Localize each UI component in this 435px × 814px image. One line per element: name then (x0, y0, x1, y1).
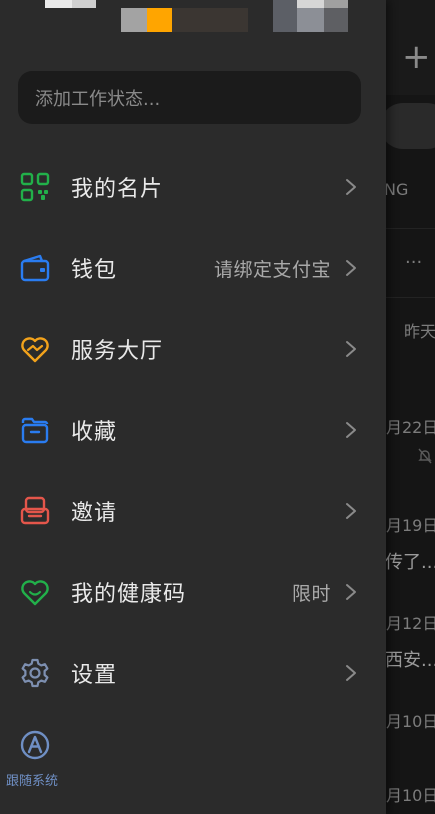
heart-smile-icon (21, 580, 49, 606)
chat-time: 月22日 (386, 418, 435, 437)
divider (385, 297, 435, 298)
menu-item-business-card[interactable]: 我的名片 (0, 147, 386, 227)
chat-snippet: 传了... (385, 552, 435, 573)
gear-icon (21, 658, 49, 688)
folder-icon (21, 417, 49, 444)
menu-label: 收藏 (71, 420, 118, 445)
menu-label: 我的名片 (71, 177, 164, 202)
chevron-right-icon (346, 665, 356, 681)
add-icon[interactable]: + (402, 40, 431, 74)
chevron-right-icon (346, 260, 356, 276)
menu-value: 限时 (291, 582, 331, 605)
heart-handshake-icon (21, 337, 49, 363)
user-name-blur (147, 8, 172, 32)
chevron-right-icon (346, 179, 356, 195)
background-tab-fragment: NG (384, 180, 409, 199)
wallet-icon (20, 254, 50, 282)
qr-thumbnail (297, 0, 324, 8)
menu-item-favorites[interactable]: 收藏 (0, 390, 386, 470)
menu-item-health-code[interactable]: 我的健康码 限时 (0, 552, 386, 632)
chevron-right-icon (346, 422, 356, 438)
auto-theme-icon (20, 730, 50, 760)
chevron-right-icon (346, 341, 356, 357)
side-drawer: 添加工作状态... 我的名片 钱包 请绑定支付宝 服务大厅 收藏 邀请 我的健康… (0, 0, 386, 814)
menu-item-invite[interactable]: 邀请 (0, 471, 386, 551)
chat-time: 昨天 (404, 322, 435, 341)
qr-thumbnail (324, 0, 348, 8)
profile-header[interactable] (0, 0, 386, 60)
chat-time: 月10日 (386, 712, 435, 731)
chevron-right-icon (346, 584, 356, 600)
background-search-bar[interactable] (380, 103, 435, 149)
chevron-right-icon (346, 503, 356, 519)
work-status-placeholder: 添加工作状态... (35, 88, 161, 110)
menu-item-settings[interactable]: 设置 (0, 633, 386, 713)
chat-time: 月10日 (386, 786, 435, 805)
chat-snippet: 西安... (385, 650, 435, 671)
menu-label: 我的健康码 (71, 582, 187, 607)
menu-label: 设置 (71, 663, 118, 688)
menu-item-service-hall[interactable]: 服务大厅 (0, 309, 386, 389)
mute-bell-icon (418, 448, 432, 464)
chat-time: 月12日 (386, 614, 435, 633)
menu-value: 请绑定支付宝 (213, 258, 331, 281)
avatar (45, 0, 72, 8)
qr-thumbnail (297, 8, 324, 32)
qr-thumbnail (273, 0, 297, 32)
qr-thumbnail (324, 8, 348, 32)
divider (385, 228, 435, 229)
user-name-blur (172, 8, 248, 32)
menu-label: 钱包 (71, 258, 118, 283)
avatar (72, 0, 96, 8)
menu-label: 服务大厅 (71, 339, 164, 364)
theme-label: 跟随系统 (6, 774, 59, 789)
qr-code-icon (20, 172, 50, 202)
invite-icon (20, 496, 50, 525)
menu-label: 邀请 (71, 501, 118, 526)
work-status-input[interactable]: 添加工作状态... (18, 71, 361, 124)
menu-item-wallet[interactable]: 钱包 请绑定支付宝 (0, 228, 386, 308)
user-name-blur (121, 8, 147, 32)
chat-time: 月19日 (386, 516, 435, 535)
more-icon[interactable]: ··· (405, 252, 422, 273)
